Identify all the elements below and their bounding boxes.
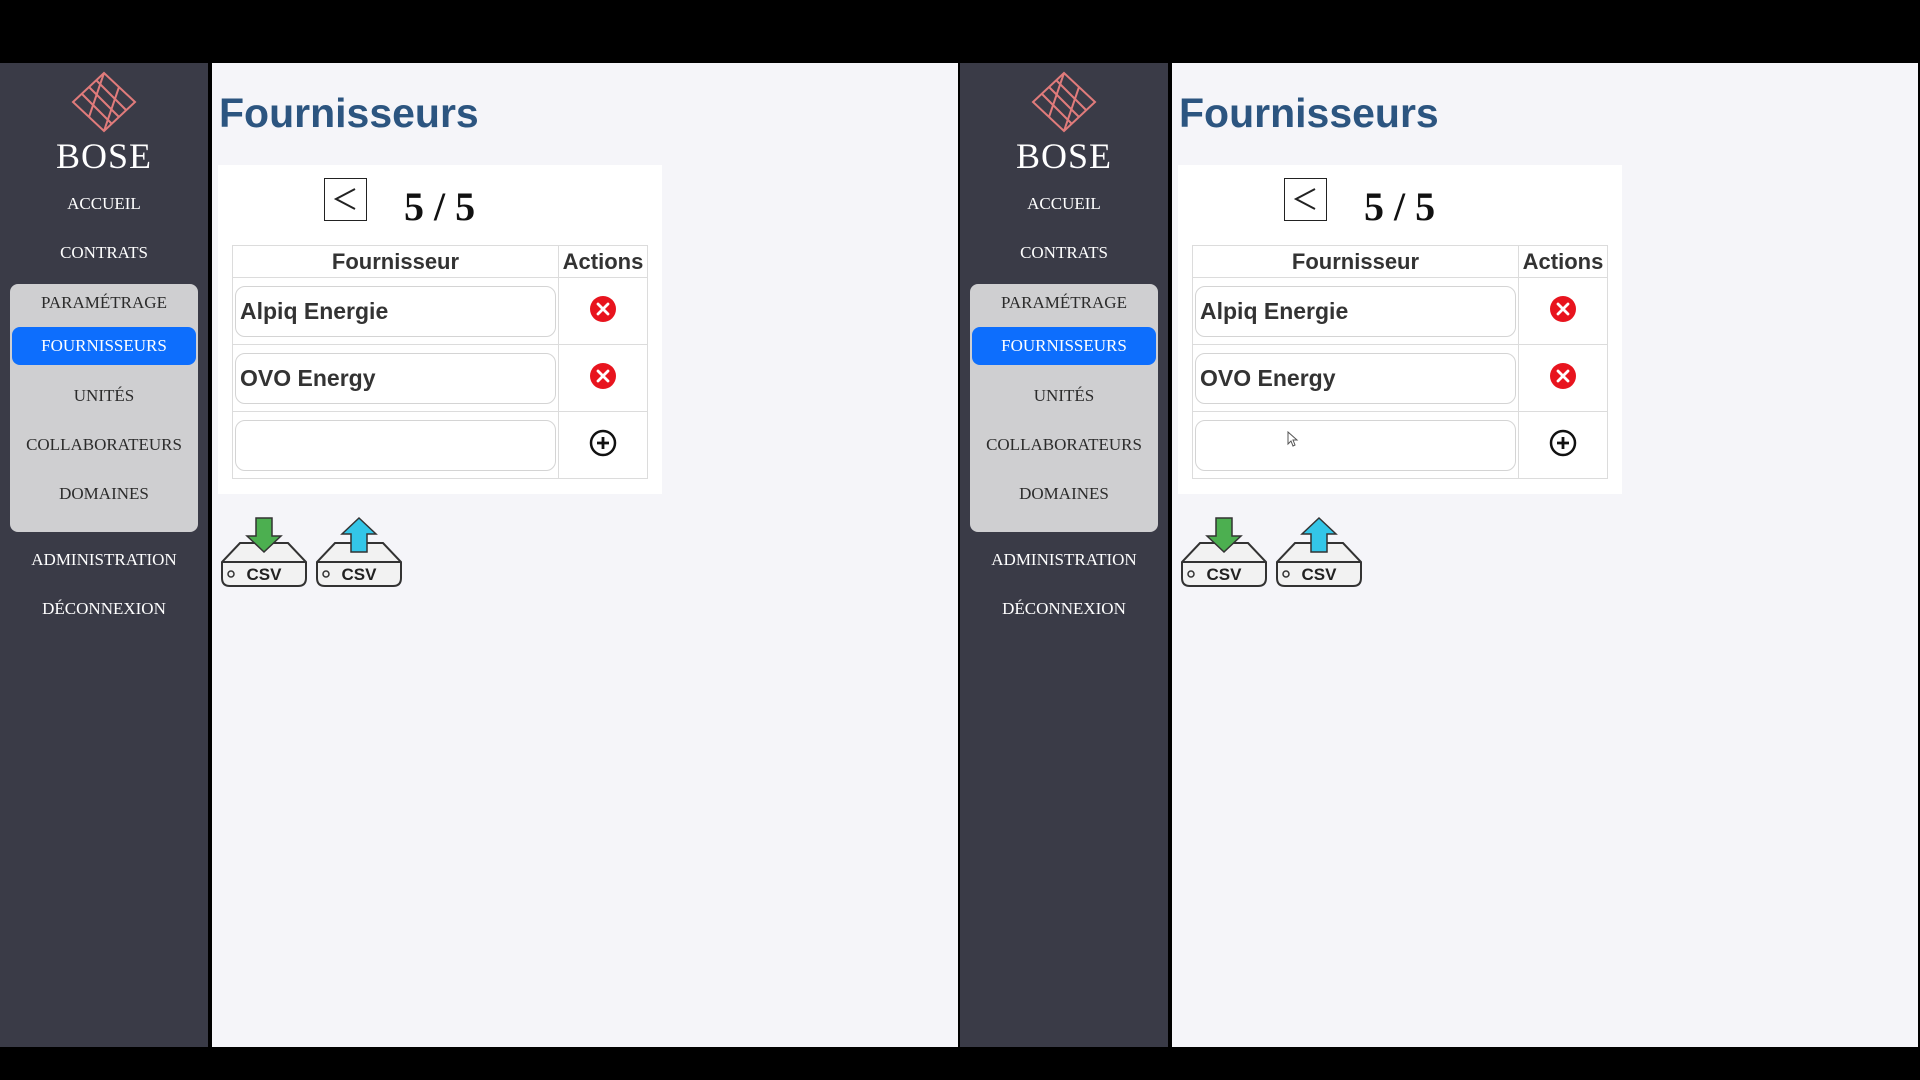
app-window-right: BOSE ACCUEIL CONTRATS PARAMÉTRAGE FOURNI…: [960, 63, 1920, 1047]
delete-icon[interactable]: [1549, 362, 1577, 395]
parametrage-submenu: PARAMÉTRAGE FOURNISSEURS UNITÉS COLLABOR…: [970, 284, 1158, 532]
nav-administration[interactable]: ADMINISTRATION: [960, 550, 1168, 570]
new-supplier-input[interactable]: [1195, 419, 1516, 471]
logo-icon: [1031, 71, 1097, 133]
supplier-name-input[interactable]: [235, 352, 556, 404]
csv-upload-label: CSV: [1301, 565, 1337, 584]
add-icon[interactable]: [589, 429, 617, 462]
delete-icon[interactable]: [589, 362, 617, 395]
csv-upload-button[interactable]: CSV: [313, 516, 405, 588]
csv-download-button[interactable]: CSV: [1178, 516, 1270, 588]
delete-icon[interactable]: [1549, 295, 1577, 328]
nav-contrats[interactable]: CONTRATS: [960, 243, 1168, 263]
csv-download-button[interactable]: CSV: [218, 516, 310, 588]
new-supplier-row: [232, 411, 648, 479]
add-icon[interactable]: [1549, 429, 1577, 462]
nav-parametrage[interactable]: PARAMÉTRAGE: [970, 293, 1158, 313]
nav-domaines[interactable]: DOMAINES: [10, 484, 198, 504]
logo: BOSE: [0, 71, 208, 177]
logo-icon: [71, 71, 137, 133]
table-row: [1192, 277, 1608, 345]
csv-download-label: CSV: [1206, 565, 1242, 584]
nav-accueil[interactable]: ACCUEIL: [960, 194, 1168, 214]
nav-fournisseurs[interactable]: FOURNISSEURS: [972, 327, 1156, 365]
suppliers-card: 5 / 5 Fournisseur Actions: [218, 165, 662, 494]
page-indicator: 5 / 5: [1364, 184, 1436, 229]
sidebar: BOSE ACCUEIL CONTRATS PARAMÉTRAGE FOURNI…: [0, 63, 208, 1047]
supplier-name-input[interactable]: [1195, 285, 1516, 337]
column-header-actions: Actions: [1518, 245, 1608, 278]
supplier-name-input[interactable]: [235, 285, 556, 337]
chevron-left-icon: [1293, 188, 1316, 210]
logo-text: BOSE: [1015, 136, 1113, 176]
nav-collaborateurs[interactable]: COLLABORATEURS: [10, 435, 198, 455]
nav-contrats[interactable]: CONTRATS: [0, 243, 208, 263]
table-header-row: Fournisseur Actions: [232, 245, 648, 278]
parametrage-submenu: PARAMÉTRAGE FOURNISSEURS UNITÉS COLLABOR…: [10, 284, 198, 532]
nav-deconnexion[interactable]: DÉCONNEXION: [0, 599, 208, 619]
page-title: Fournisseurs: [219, 90, 479, 136]
suppliers-card: 5 / 5 Fournisseur Actions: [1178, 165, 1622, 494]
nav-parametrage[interactable]: PARAMÉTRAGE: [10, 293, 198, 313]
new-supplier-row: [1192, 411, 1608, 479]
suppliers-table: Fournisseur Actions: [1192, 245, 1608, 479]
table-row: [1192, 344, 1608, 412]
mouse-cursor-icon: [1287, 431, 1299, 447]
chevron-left-icon: [333, 188, 356, 210]
logo-text: BOSE: [55, 136, 153, 176]
csv-upload-button[interactable]: CSV: [1273, 516, 1365, 588]
nav-fournisseurs[interactable]: FOURNISSEURS: [12, 327, 196, 365]
csv-upload-label: CSV: [341, 565, 377, 584]
column-header-fournisseur: Fournisseur: [1192, 245, 1519, 278]
app-window-left: BOSE ACCUEIL CONTRATS PARAMÉTRAGE FOURNI…: [0, 63, 960, 1047]
page-title: Fournisseurs: [1179, 90, 1439, 136]
nav-unites[interactable]: UNITÉS: [970, 386, 1158, 406]
nav-deconnexion[interactable]: DÉCONNEXION: [960, 599, 1168, 619]
nav-unites[interactable]: UNITÉS: [10, 386, 198, 406]
table-row: [232, 277, 648, 345]
prev-page-button[interactable]: [1284, 178, 1327, 221]
nav-collaborateurs[interactable]: COLLABORATEURS: [970, 435, 1158, 455]
table-row: [232, 344, 648, 412]
sidebar: BOSE ACCUEIL CONTRATS PARAMÉTRAGE FOURNI…: [960, 63, 1168, 1047]
prev-page-button[interactable]: [324, 178, 367, 221]
nav-domaines[interactable]: DOMAINES: [970, 484, 1158, 504]
new-supplier-input[interactable]: [235, 419, 556, 471]
supplier-name-input[interactable]: [1195, 352, 1516, 404]
page-indicator: 5 / 5: [404, 184, 476, 229]
table-header-row: Fournisseur Actions: [1192, 245, 1608, 278]
column-header-actions: Actions: [558, 245, 648, 278]
column-header-fournisseur: Fournisseur: [232, 245, 559, 278]
main-content: Fournisseurs 5 / 5 Fournisseur Actions A…: [1172, 63, 1918, 1047]
nav-accueil[interactable]: ACCUEIL: [0, 194, 208, 214]
suppliers-table: Fournisseur Actions: [232, 245, 648, 479]
csv-download-label: CSV: [246, 565, 282, 584]
logo: BOSE: [960, 71, 1168, 177]
delete-icon[interactable]: [589, 295, 617, 328]
nav-administration[interactable]: ADMINISTRATION: [0, 550, 208, 570]
main-content: Fournisseurs 5 / 5 Fournisseur Actions A…: [212, 63, 958, 1047]
